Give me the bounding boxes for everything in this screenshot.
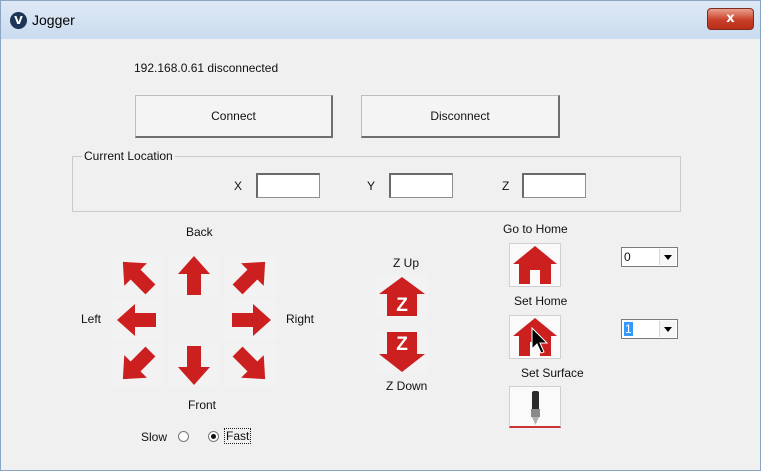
z-down-button[interactable]: Z (375, 330, 429, 374)
arrow-shape (122, 261, 156, 295)
arrow-down-left-icon (122, 346, 156, 380)
arrow-down-right-icon (232, 346, 266, 380)
title-bar[interactable]: V Jogger x (1, 1, 760, 39)
back-label: Back (186, 225, 213, 239)
x-label: X (234, 179, 243, 193)
z-down-label: Z Down (386, 379, 428, 393)
arrow-left-icon (117, 304, 156, 336)
x-field[interactable] (256, 173, 320, 198)
arrow-up-right-icon (232, 261, 266, 295)
slow-radio[interactable] (178, 431, 189, 442)
client-area: 192.168.0.61 disconnected Connect Discon… (9, 39, 754, 464)
arrow-shape (232, 261, 266, 295)
svg-text:Z: Z (396, 295, 408, 316)
disconnect-button[interactable]: Disconnect (361, 95, 560, 138)
jog-back-right-button[interactable] (225, 255, 277, 297)
connect-button[interactable]: Connect (135, 95, 333, 138)
jogger-window: V Jogger x 192.168.0.61 disconnected Con… (0, 0, 761, 471)
jog-right-button[interactable] (225, 299, 277, 341)
jog-back-button[interactable] (168, 255, 220, 297)
set-surface-label: Set Surface (521, 366, 584, 380)
jog-back-left-button[interactable] (111, 255, 163, 297)
go-home-select-value: 0 (624, 250, 631, 264)
jog-front-left-button[interactable] (111, 344, 163, 386)
app-logo-icon: V (10, 12, 27, 29)
chevron-down-icon[interactable] (659, 321, 676, 337)
arrow-right-icon (232, 304, 271, 336)
connection-status: 192.168.0.61 disconnected (134, 61, 279, 75)
window-title: Jogger (32, 12, 75, 28)
arrow-shape (232, 346, 266, 380)
fast-radio[interactable] (208, 431, 219, 442)
mouse-cursor-icon (531, 327, 549, 354)
z-up-button[interactable]: Z (375, 274, 429, 318)
front-label: Front (188, 398, 217, 412)
svg-text:Z: Z (396, 334, 408, 355)
z-up-icon: Z (379, 277, 425, 316)
current-location-group (72, 156, 681, 212)
z-up-label: Z Up (393, 256, 420, 270)
jog-front-right-button[interactable] (225, 344, 277, 386)
current-location-label: Current Location (82, 149, 175, 163)
go-to-home-button[interactable] (509, 243, 561, 287)
arrow-down-icon (178, 346, 210, 385)
z-label: Z (502, 179, 510, 193)
probe-icon (531, 391, 540, 425)
y-field[interactable] (389, 173, 453, 198)
arrow-up-icon (178, 256, 210, 295)
set-home-label: Set Home (514, 294, 568, 308)
set-home-select[interactable]: 1 (621, 319, 678, 339)
arrow-shape (178, 346, 210, 385)
jog-front-button[interactable] (168, 344, 220, 386)
arrow-shape (178, 256, 210, 295)
right-label: Right (286, 312, 315, 326)
close-icon: x (726, 11, 735, 26)
set-home-select-value: 1 (624, 322, 633, 336)
arrow-shape (122, 346, 156, 380)
chevron-down-icon[interactable] (659, 249, 676, 265)
home-icon (513, 246, 557, 284)
y-label: Y (367, 179, 376, 193)
z-field[interactable] (522, 173, 586, 198)
arrow-up-left-icon (122, 261, 156, 295)
go-home-select[interactable]: 0 (621, 247, 678, 267)
close-button[interactable]: x (707, 8, 754, 30)
jog-left-button[interactable] (111, 299, 163, 341)
slow-label: Slow (141, 430, 168, 444)
z-down-icon: Z (379, 332, 425, 372)
go-to-home-label: Go to Home (503, 222, 568, 236)
left-label: Left (81, 312, 102, 326)
arrow-shape (117, 304, 156, 336)
fast-label[interactable]: Fast (223, 428, 252, 444)
set-surface-button[interactable] (509, 386, 561, 428)
arrow-shape (232, 304, 271, 336)
